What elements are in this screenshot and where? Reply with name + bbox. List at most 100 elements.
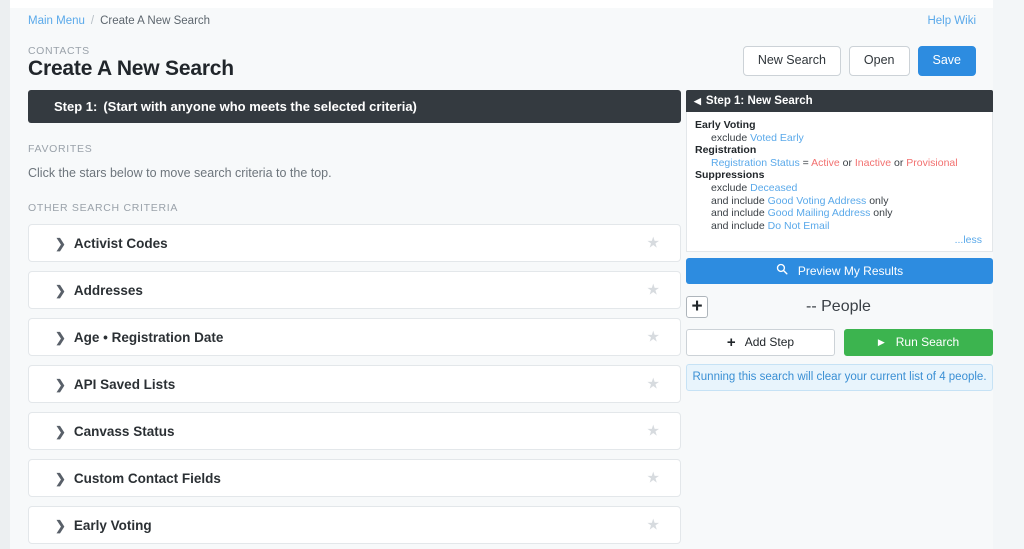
clear-list-notice: Running this search will clear your curr… (686, 364, 993, 391)
result-count-text: -- People (708, 298, 969, 316)
criteria-row-label: Addresses (74, 283, 143, 298)
criteria-row-label: Age • Registration Date (74, 330, 224, 345)
other-criteria-section-label: OTHER SEARCH CRITERIA (28, 202, 681, 214)
breadcrumb: Main Menu / Create A New Search (28, 15, 210, 27)
search-summary-panel: ◀ Step 1: New Search Early Votingexclude… (686, 90, 993, 391)
plus-icon: + (691, 297, 702, 316)
criteria-row-label: Activist Codes (74, 236, 168, 251)
summary-token[interactable]: Provisional (906, 157, 957, 169)
open-button[interactable]: Open (849, 46, 910, 76)
summary-token[interactable]: Good Mailing Address (768, 207, 871, 219)
criteria-row[interactable]: ❯ Early Voting ★ (28, 506, 681, 544)
summary-token: and include (711, 220, 768, 232)
criteria-row[interactable]: ❯ Age • Registration Date ★ (28, 318, 681, 356)
summary-criteria-line: and include Good Mailing Address only (695, 207, 984, 220)
summary-token: and include (711, 207, 768, 219)
summary-header[interactable]: ◀ Step 1: New Search (686, 90, 993, 112)
summary-criteria-line: and include Good Voting Address only (695, 195, 984, 208)
criteria-row-label: Custom Contact Fields (74, 471, 221, 486)
summary-token: = (800, 157, 811, 169)
summary-token[interactable]: Active (811, 157, 840, 169)
chevron-right-icon: ❯ (55, 331, 66, 344)
summary-criteria-line: Registration Status = Active or Inactive… (695, 157, 984, 170)
criteria-row[interactable]: ❯ Addresses ★ (28, 271, 681, 309)
help-wiki-link[interactable]: Help Wiki (927, 15, 976, 27)
right-edge-strip (993, 0, 1024, 549)
play-triangle-icon: ▶ (878, 338, 885, 347)
header-actions: New Search Open Save (743, 46, 976, 76)
breadcrumb-current: Create A New Search (100, 15, 210, 27)
summary-token: exclude (711, 132, 750, 144)
summary-body: Early Votingexclude Voted EarlyRegistrat… (686, 112, 993, 252)
chevron-right-icon: ❯ (55, 472, 66, 485)
summary-token: only (870, 207, 892, 219)
favorite-star-icon[interactable]: ★ (647, 424, 660, 439)
chevron-right-icon: ❯ (55, 378, 66, 391)
summary-group-title: Registration (695, 144, 984, 157)
preview-my-results-button[interactable]: Preview My Results (686, 258, 993, 284)
summary-criteria-line: exclude Deceased (695, 182, 984, 195)
favorite-star-icon[interactable]: ★ (647, 236, 660, 251)
summary-criteria-line: and include Do Not Email (695, 220, 984, 233)
criteria-row[interactable]: ❯ Custom Contact Fields ★ (28, 459, 681, 497)
summary-token[interactable]: Do Not Email (768, 220, 830, 232)
run-search-button[interactable]: ▶ Run Search (844, 329, 993, 356)
summary-group-title: Early Voting (695, 119, 984, 132)
favorite-star-icon[interactable]: ★ (647, 330, 660, 345)
criteria-panel: Step 1: (Start with anyone who meets the… (28, 90, 681, 549)
summary-criteria-line: exclude Voted Early (695, 132, 984, 145)
triangle-left-icon: ◀ (694, 97, 701, 106)
criteria-row[interactable]: ❯ Activist Codes ★ (28, 224, 681, 262)
step-header-bar: Step 1: (Start with anyone who meets the… (28, 90, 681, 123)
criteria-list: ❯ Activist Codes ★ ❯ Addresses ★ ❯ Age • Regist… (28, 224, 681, 544)
summary-token: or (891, 157, 906, 169)
search-action-row: + Add Step ▶ Run Search (686, 329, 993, 356)
chevron-right-icon: ❯ (55, 519, 66, 532)
summary-token: exclude (711, 182, 750, 194)
summary-token[interactable]: Registration Status (711, 157, 800, 169)
add-step-button[interactable]: + Add Step (686, 329, 835, 356)
top-edge-strip (0, 0, 1024, 8)
add-criteria-plus-button[interactable]: + (686, 296, 708, 318)
summary-token: and include (711, 195, 768, 207)
chevron-right-icon: ❯ (55, 425, 66, 438)
criteria-row[interactable]: ❯ API Saved Lists ★ (28, 365, 681, 403)
breadcrumb-separator: / (91, 15, 94, 27)
criteria-row-label: API Saved Lists (74, 377, 175, 392)
new-search-button[interactable]: New Search (743, 46, 841, 76)
summary-title: Step 1: New Search (706, 95, 813, 107)
criteria-row-label: Canvass Status (74, 424, 175, 439)
criteria-row[interactable]: ❯ Canvass Status ★ (28, 412, 681, 450)
summary-group-title: Suppressions (695, 169, 984, 182)
summary-token[interactable]: Good Voting Address (768, 195, 867, 207)
result-count-row: + -- People (686, 293, 993, 321)
summary-less-link[interactable]: ...less (695, 232, 984, 247)
step-description: (Start with anyone who meets the selecte… (103, 99, 417, 114)
chevron-right-icon: ❯ (55, 237, 66, 250)
summary-token[interactable]: Inactive (855, 157, 891, 169)
favorite-star-icon[interactable]: ★ (647, 518, 660, 533)
page-eyebrow: CONTACTS (28, 45, 90, 57)
search-icon (776, 263, 788, 278)
favorites-section-label: FAVORITES (28, 143, 681, 155)
chevron-right-icon: ❯ (55, 284, 66, 297)
favorites-hint-text: Click the stars below to move search cri… (28, 166, 681, 180)
summary-token[interactable]: Voted Early (750, 132, 804, 144)
step-number-label: Step 1: (54, 99, 97, 114)
summary-token: only (866, 195, 888, 207)
plus-icon: + (727, 335, 736, 350)
favorite-star-icon[interactable]: ★ (647, 471, 660, 486)
summary-token: or (840, 157, 855, 169)
page-container: Main Menu/Create A New Search Help Wiki … (10, 8, 993, 549)
summary-token[interactable]: Deceased (750, 182, 797, 194)
favorite-star-icon[interactable]: ★ (647, 377, 660, 392)
breadcrumb-home-link[interactable]: Main Menu (28, 15, 85, 27)
add-step-label: Add Step (745, 335, 794, 349)
save-button[interactable]: Save (918, 46, 977, 76)
criteria-row-label: Early Voting (74, 518, 152, 533)
page-title: Create A New Search (28, 57, 234, 81)
app-root: Main Menu/Create A New Search Help Wiki … (0, 0, 1024, 549)
preview-my-results-label: Preview My Results (798, 264, 903, 278)
left-edge-strip (0, 0, 10, 549)
favorite-star-icon[interactable]: ★ (647, 283, 660, 298)
